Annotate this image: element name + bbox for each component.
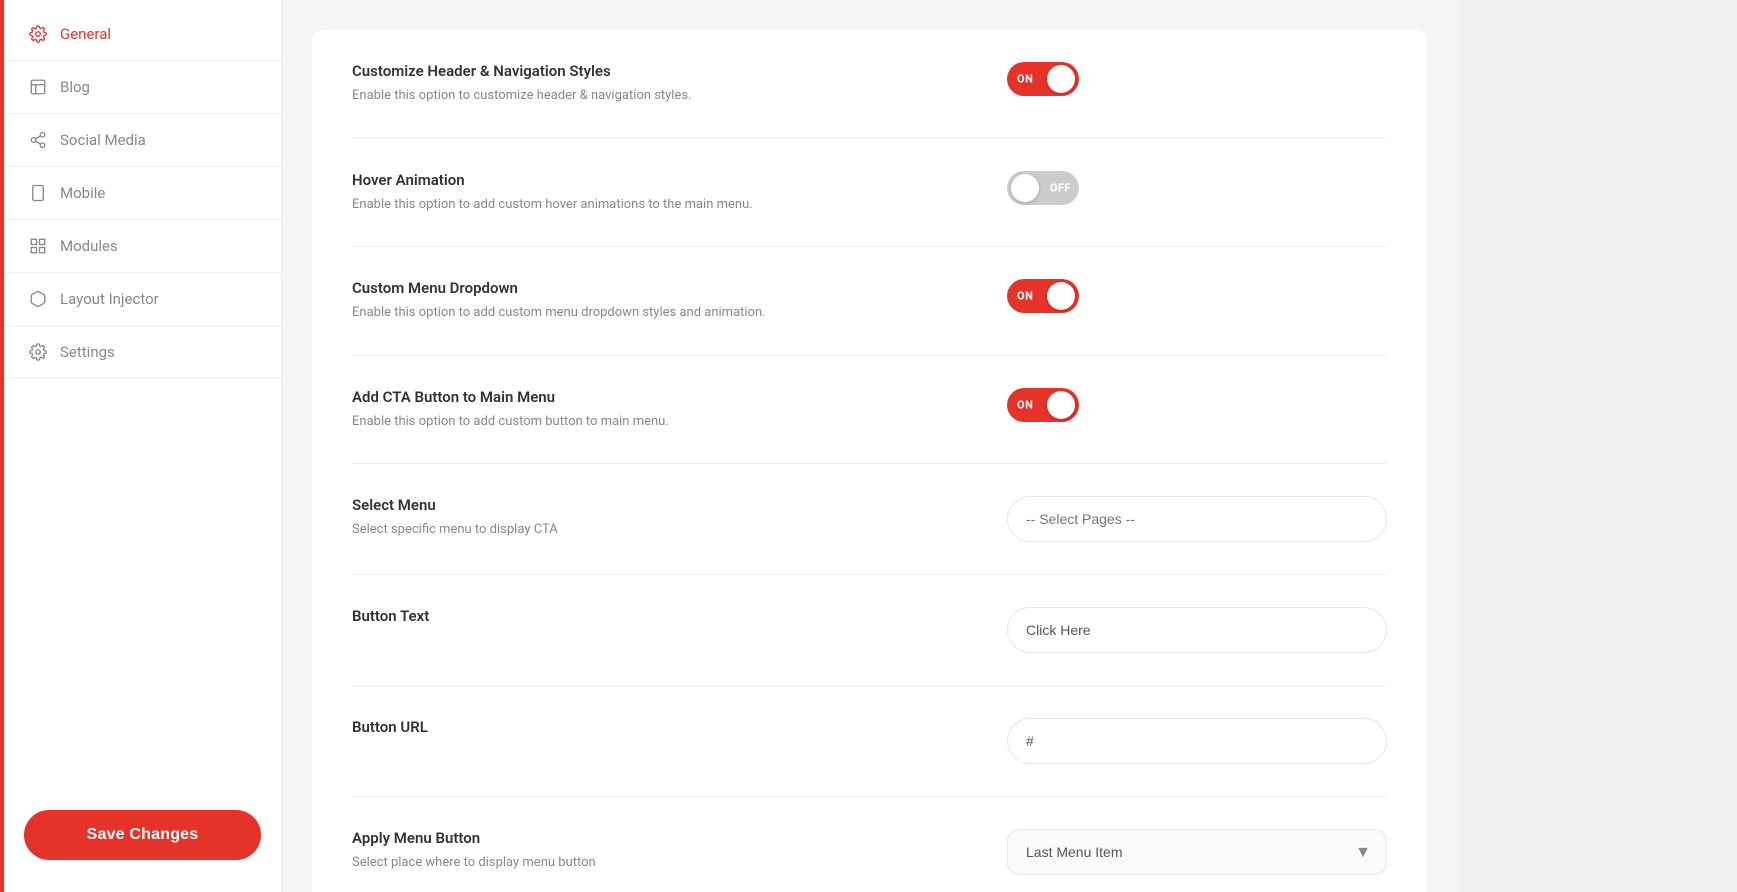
right-panel (1457, 0, 1737, 892)
apply-menu-select-wrap: Last Menu Item First Menu Item ▼ (1007, 829, 1387, 875)
sidebar-item-mobile-label: Mobile (60, 184, 105, 202)
toggle-slider-hover-animation: OFF (1007, 171, 1079, 205)
gear-icon (28, 24, 48, 44)
setting-title-button-url: Button URL (352, 718, 921, 736)
toggle-label-off-hover-animation: OFF (1050, 181, 1071, 194)
settings-icon (28, 342, 48, 362)
setting-info-button-url: Button URL (352, 718, 921, 742)
setting-customize-header: Customize Header & Navigation Styles Ena… (352, 30, 1387, 139)
toggle-slider-custom-menu-dropdown: ON (1007, 279, 1079, 313)
setting-custom-menu-dropdown: Custom Menu Dropdown Enable this option … (352, 247, 1387, 356)
setting-control-apply-menu-button: Last Menu Item First Menu Item ▼ (1007, 829, 1387, 875)
setting-desc-hover-animation: Enable this option to add custom hover a… (352, 195, 921, 215)
setting-hover-animation: Hover Animation Enable this option to ad… (352, 139, 1387, 248)
select-menu-input[interactable] (1007, 496, 1387, 542)
setting-desc-custom-menu-dropdown: Enable this option to add custom menu dr… (352, 303, 921, 323)
sidebar-item-mobile[interactable]: Mobile (4, 167, 281, 220)
setting-button-text: Button Text (352, 575, 1387, 686)
sidebar-item-layout-injector[interactable]: Layout Injector (4, 273, 281, 326)
button-text-input[interactable] (1007, 607, 1387, 653)
sidebar-item-blog-label: Blog (60, 78, 90, 96)
setting-title-custom-menu-dropdown: Custom Menu Dropdown (352, 279, 921, 297)
save-changes-button[interactable]: Save Changes (24, 810, 261, 860)
setting-control-custom-menu-dropdown: ON (1007, 279, 1387, 313)
toggle-custom-menu-dropdown[interactable]: ON (1007, 279, 1079, 313)
setting-desc-apply-menu-button: Select place where to display menu butto… (352, 853, 921, 873)
toggle-label-on-customize-header: ON (1017, 73, 1033, 86)
setting-control-button-text (1007, 607, 1387, 653)
toggle-knob-add-cta-button (1047, 391, 1075, 419)
setting-control-select-menu (1007, 496, 1387, 542)
sidebar-item-modules[interactable]: Modules (4, 220, 281, 273)
setting-title-select-menu: Select Menu (352, 496, 921, 514)
setting-control-customize-header: ON (1007, 62, 1387, 96)
setting-info-customize-header: Customize Header & Navigation Styles Ena… (352, 62, 921, 106)
sidebar-item-social-media[interactable]: Social Media (4, 114, 281, 167)
setting-info-apply-menu-button: Apply Menu Button Select place where to … (352, 829, 921, 873)
setting-desc-add-cta-button: Enable this option to add custom button … (352, 412, 921, 432)
sidebar-item-modules-label: Modules (60, 237, 118, 255)
setting-info-select-menu: Select Menu Select specific menu to disp… (352, 496, 921, 540)
sidebar-item-settings[interactable]: Settings (4, 326, 281, 379)
toggle-customize-header[interactable]: ON (1007, 62, 1079, 96)
setting-info-button-text: Button Text (352, 607, 921, 631)
setting-control-hover-animation: OFF (1007, 171, 1387, 205)
toggle-label-on-custom-menu-dropdown: ON (1017, 290, 1033, 303)
toggle-add-cta-button[interactable]: ON (1007, 388, 1079, 422)
setting-control-button-url (1007, 718, 1387, 764)
sidebar-item-settings-label: Settings (60, 343, 115, 361)
setting-select-menu: Select Menu Select specific menu to disp… (352, 464, 1387, 575)
setting-title-customize-header: Customize Header & Navigation Styles (352, 62, 921, 80)
mobile-icon (28, 183, 48, 203)
setting-title-add-cta-button: Add CTA Button to Main Menu (352, 388, 921, 406)
layout-icon (28, 289, 48, 309)
apply-menu-select[interactable]: Last Menu Item First Menu Item (1007, 829, 1387, 875)
sidebar-nav: General Blog Social Media Mobile (4, 0, 281, 786)
toggle-knob-custom-menu-dropdown (1047, 282, 1075, 310)
modules-icon (28, 236, 48, 256)
button-url-input[interactable] (1007, 718, 1387, 764)
sidebar-item-social-media-label: Social Media (60, 131, 146, 149)
toggle-hover-animation[interactable]: OFF (1007, 171, 1079, 205)
setting-button-url: Button URL (352, 686, 1387, 797)
toggle-knob-hover-animation (1011, 174, 1039, 202)
content-panel: Customize Header & Navigation Styles Ena… (312, 30, 1427, 892)
setting-desc-customize-header: Enable this option to customize header &… (352, 86, 921, 106)
main-content: Customize Header & Navigation Styles Ena… (282, 0, 1457, 892)
sidebar-item-blog[interactable]: Blog (4, 61, 281, 114)
toggle-label-on-add-cta-button: ON (1017, 398, 1033, 411)
setting-info-add-cta-button: Add CTA Button to Main Menu Enable this … (352, 388, 921, 432)
blog-icon (28, 77, 48, 97)
setting-control-add-cta-button: ON (1007, 388, 1387, 422)
toggle-slider-add-cta-button: ON (1007, 388, 1079, 422)
sidebar: General Blog Social Media Mobile (4, 0, 282, 892)
sidebar-item-general[interactable]: General (4, 8, 281, 61)
setting-apply-menu-button: Apply Menu Button Select place where to … (352, 797, 1387, 892)
setting-title-apply-menu-button: Apply Menu Button (352, 829, 921, 847)
sidebar-item-general-label: General (60, 25, 111, 43)
sidebar-item-layout-injector-label: Layout Injector (60, 290, 159, 308)
social-icon (28, 130, 48, 150)
setting-add-cta-button: Add CTA Button to Main Menu Enable this … (352, 356, 1387, 465)
setting-title-hover-animation: Hover Animation (352, 171, 921, 189)
toggle-slider-customize-header: ON (1007, 62, 1079, 96)
setting-info-custom-menu-dropdown: Custom Menu Dropdown Enable this option … (352, 279, 921, 323)
toggle-knob-customize-header (1047, 65, 1075, 93)
setting-info-hover-animation: Hover Animation Enable this option to ad… (352, 171, 921, 215)
save-button-area: Save Changes (4, 786, 281, 892)
setting-title-button-text: Button Text (352, 607, 921, 625)
setting-desc-select-menu: Select specific menu to display CTA (352, 520, 921, 540)
